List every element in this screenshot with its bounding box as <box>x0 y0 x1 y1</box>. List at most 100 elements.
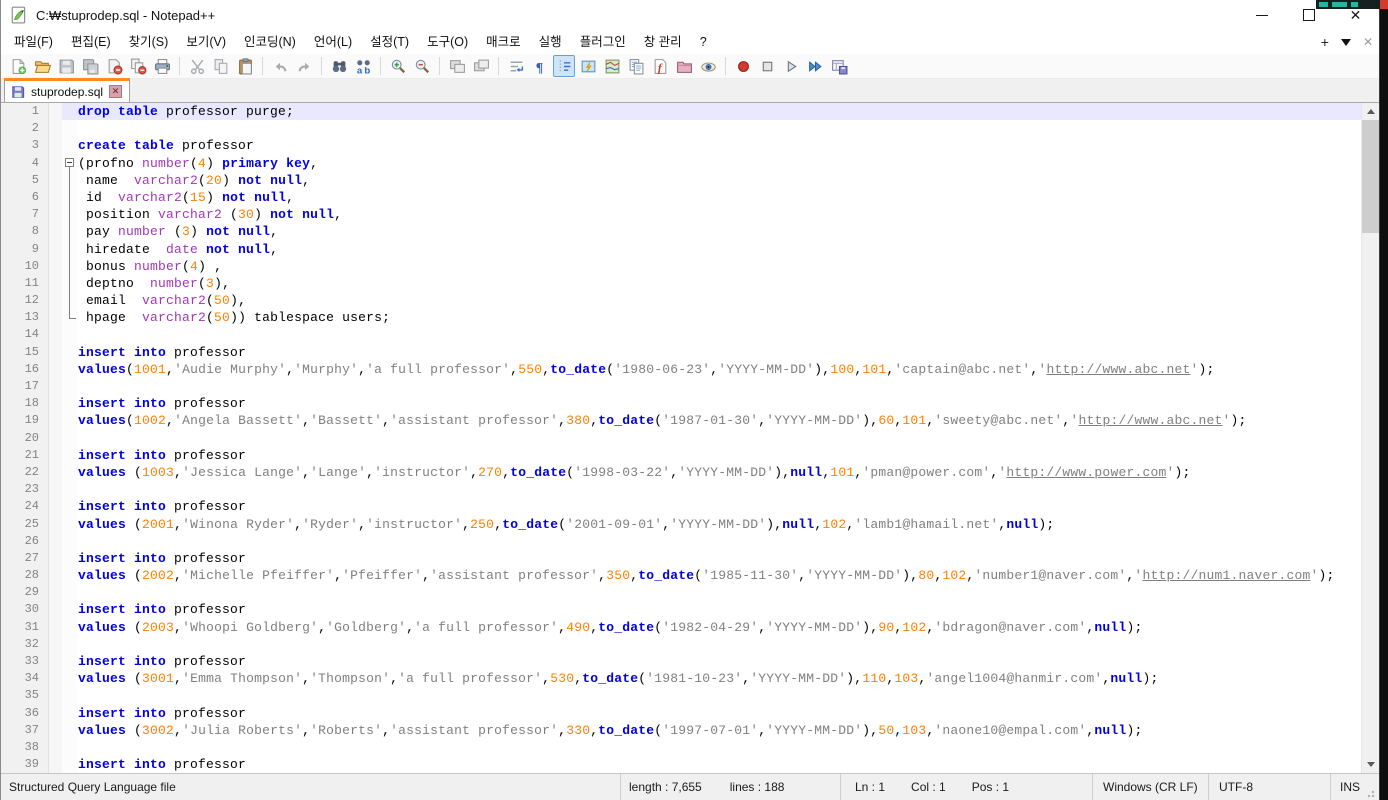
menu-item-6[interactable]: 언어(L) <box>305 30 361 54</box>
code-text[interactable]: values(1001,'Audie Murphy','Murphy','a f… <box>78 361 1215 378</box>
notepadpp-icon[interactable] <box>10 6 28 24</box>
bookmark-margin[interactable] <box>49 171 62 189</box>
bookmark-margin[interactable] <box>49 653 62 671</box>
bookmark-margin[interactable] <box>49 120 62 138</box>
code-area[interactable]: 1 drop table professor purge; 2 3 create tab… <box>1 103 1361 773</box>
code-text[interactable]: deptno number(3), <box>78 275 230 292</box>
show-indent-guide-icon[interactable] <box>553 55 575 77</box>
menu-item-9[interactable]: 매크로 <box>477 30 530 54</box>
bookmark-margin[interactable] <box>49 532 62 550</box>
shortcut-mapper-icon[interactable] <box>577 55 599 77</box>
bookmark-margin[interactable] <box>49 274 62 293</box>
tab-close-icon[interactable]: ✕ <box>109 85 123 98</box>
menu-item-10[interactable]: 실행 <box>530 30 571 54</box>
code-text[interactable]: insert into professor <box>78 705 246 722</box>
bookmark-margin[interactable] <box>49 360 62 378</box>
word-wrap-icon[interactable] <box>505 55 527 77</box>
synchronize-vertical-scrolling-icon[interactable] <box>446 55 468 77</box>
macro-run-multiple-icon[interactable] <box>804 55 826 77</box>
status-insert-mode[interactable]: INS <box>1331 774 1379 800</box>
bookmark-margin[interactable] <box>49 343 62 361</box>
bookmark-margin[interactable] <box>49 309 62 327</box>
bookmark-margin[interactable] <box>49 463 62 482</box>
document-map-icon[interactable] <box>601 55 623 77</box>
menu-item-11[interactable]: 플러그인 <box>571 30 635 54</box>
code-text[interactable]: values(1002,'Angela Bassett','Bassett','… <box>78 412 1247 429</box>
document-list-icon[interactable] <box>625 55 647 77</box>
bookmark-margin[interactable] <box>49 103 62 121</box>
undo-icon[interactable] <box>269 55 291 77</box>
bookmark-margin[interactable] <box>49 292 62 310</box>
code-text[interactable]: values (2001,'Winona Ryder','Ryder','ins… <box>78 516 1054 533</box>
bookmark-margin[interactable] <box>49 756 62 773</box>
print-icon[interactable] <box>151 55 173 77</box>
show-all-characters-icon[interactable]: ¶ <box>529 55 551 77</box>
close-file-icon[interactable] <box>103 55 125 77</box>
scrollbar-thumb[interactable] <box>1362 120 1379 233</box>
bookmark-margin[interactable] <box>49 670 62 688</box>
menu-item-4[interactable]: 보기(V) <box>177 30 235 54</box>
code-text[interactable]: insert into professor <box>78 498 246 515</box>
bookmark-margin[interactable] <box>49 154 62 172</box>
bookmark-margin[interactable] <box>49 206 62 224</box>
code-text[interactable]: pay number (3) not null, <box>78 223 278 240</box>
find-icon[interactable] <box>328 55 350 77</box>
close-all-files-icon[interactable] <box>127 55 149 77</box>
status-eol-format[interactable]: Windows (CR LF) <box>1093 774 1209 800</box>
code-text[interactable]: drop table professor purge; <box>78 103 295 121</box>
bookmark-margin[interactable] <box>49 395 62 413</box>
close-tab-x-icon[interactable]: ✕ <box>1363 36 1373 48</box>
bookmark-margin[interactable] <box>49 326 62 344</box>
file-monitoring-icon[interactable] <box>697 55 719 77</box>
tab-stuprodep-sql[interactable]: stuprodep.sql ✕ <box>4 78 131 102</box>
code-text[interactable]: values (2003,'Whoopi Goldberg','Goldberg… <box>78 619 1142 636</box>
bookmark-margin[interactable] <box>49 601 62 619</box>
tab-list-dropdown-icon[interactable] <box>1340 38 1351 46</box>
scroll-up-arrow[interactable] <box>1362 103 1379 120</box>
code-text[interactable]: values (3001,'Emma Thompson','Thompson',… <box>78 670 1158 687</box>
code-text[interactable]: insert into professor <box>78 756 246 773</box>
bookmark-margin[interactable] <box>49 618 62 636</box>
bookmark-margin[interactable] <box>49 704 62 722</box>
bookmark-margin[interactable] <box>49 515 62 533</box>
new-tab-plus-icon[interactable]: + <box>1321 35 1329 49</box>
code-text[interactable]: insert into professor <box>78 344 246 361</box>
code-text[interactable]: hiredate date not null, <box>78 241 278 258</box>
bookmark-margin[interactable] <box>49 549 62 568</box>
bookmark-margin[interactable] <box>49 257 62 275</box>
bookmark-margin[interactable] <box>49 412 62 430</box>
bookmark-margin[interactable] <box>49 738 62 757</box>
bookmark-margin[interactable] <box>49 378 62 396</box>
bookmark-margin[interactable] <box>49 240 62 258</box>
code-text[interactable]: hpage varchar2(50)) tablespace users; <box>78 309 390 326</box>
bookmark-margin[interactable] <box>49 429 62 447</box>
scroll-down-arrow[interactable] <box>1362 756 1379 773</box>
code-text[interactable]: (profno number(4) primary key, <box>78 155 318 172</box>
macro-record-icon[interactable] <box>732 55 754 77</box>
menu-item-12[interactable]: 창 관리 <box>635 30 691 54</box>
replace-icon[interactable]: ab <box>352 55 374 77</box>
menu-item-1[interactable]: 파일(F) <box>5 30 62 54</box>
cut-icon[interactable] <box>186 55 208 77</box>
code-text[interactable]: insert into professor <box>78 395 246 412</box>
code-text[interactable]: name varchar2(20) not null, <box>78 172 310 189</box>
copy-icon[interactable] <box>210 55 232 77</box>
code-text[interactable]: insert into professor <box>78 653 246 670</box>
bookmark-margin[interactable] <box>49 687 62 705</box>
folder-as-workspace-icon[interactable] <box>673 55 695 77</box>
save-all-icon[interactable] <box>79 55 101 77</box>
macro-save-icon[interactable] <box>828 55 850 77</box>
resize-grip[interactable] <box>1367 788 1377 798</box>
menu-item-8[interactable]: 도구(O) <box>418 30 477 54</box>
code-text[interactable]: create table professor <box>78 137 254 154</box>
bookmark-margin[interactable] <box>49 721 62 739</box>
code-text[interactable]: bonus number(4) , <box>78 258 222 275</box>
code-text[interactable]: values (1003,'Jessica Lange','Lange','in… <box>78 464 1190 481</box>
code-text[interactable]: position varchar2 (30) not null, <box>78 206 342 223</box>
menu-item-5[interactable]: 인코딩(N) <box>235 30 305 54</box>
code-text[interactable]: insert into professor <box>78 447 246 464</box>
code-text[interactable]: email varchar2(50), <box>78 292 246 309</box>
status-encoding[interactable]: UTF-8 <box>1209 774 1331 800</box>
bookmark-margin[interactable] <box>49 446 62 464</box>
bookmark-margin[interactable] <box>49 481 62 499</box>
